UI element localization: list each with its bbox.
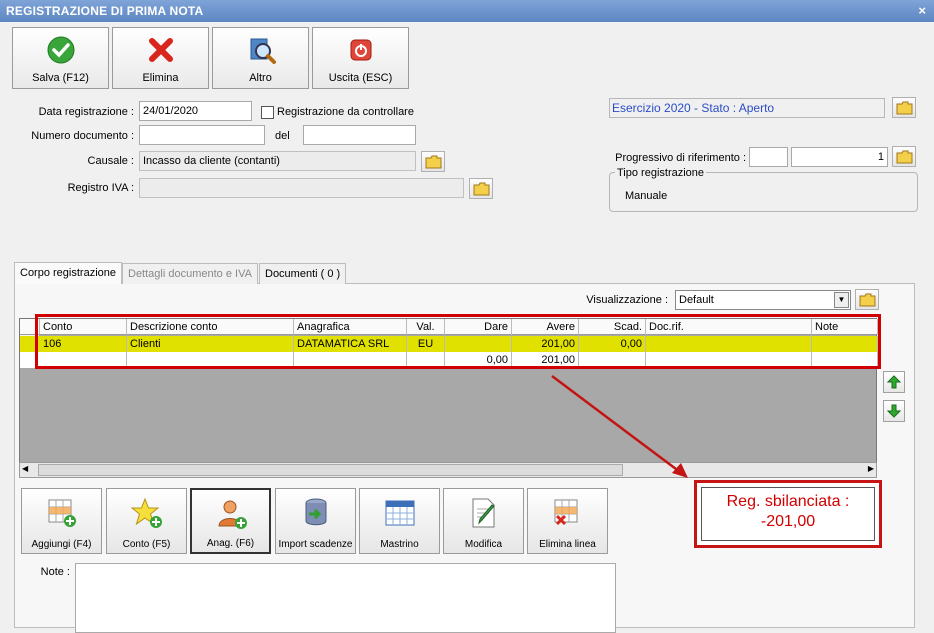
add-row-label: Aggiungi (F4) bbox=[31, 539, 92, 550]
causale-label: Causale : bbox=[87, 155, 134, 167]
tab-dettagli-documento[interactable]: Dettagli documento e IVA bbox=[122, 263, 258, 284]
ledger-label: Mastrino bbox=[380, 539, 419, 550]
magnifier-icon bbox=[250, 38, 276, 64]
annotation-arrow-icon bbox=[551, 375, 688, 478]
exit-button[interactable]: Uscita (ESC) bbox=[312, 27, 409, 89]
add-row-button[interactable]: Aggiungi (F4) bbox=[21, 488, 102, 554]
folder-icon bbox=[425, 155, 442, 169]
close-icon[interactable]: × bbox=[918, 0, 926, 22]
delete-row-icon bbox=[554, 499, 578, 526]
calendar-grid-icon bbox=[385, 500, 415, 526]
ledger-button[interactable]: Mastrino bbox=[359, 488, 440, 554]
move-down-button[interactable] bbox=[883, 400, 905, 422]
fiscal-year-status: Esercizio 2020 - Stato : Aperto bbox=[609, 98, 885, 118]
check-registration-checkbox[interactable] bbox=[261, 106, 274, 119]
causale-folder-button[interactable] bbox=[421, 151, 445, 172]
horizontal-scrollbar[interactable]: ◀ ▶ bbox=[19, 462, 877, 478]
import-schedules-label: Import scadenze bbox=[278, 539, 353, 550]
view-select[interactable]: Default ▼ bbox=[675, 290, 851, 310]
view-label: Visualizzazione : bbox=[586, 294, 668, 306]
note-textarea[interactable] bbox=[75, 563, 616, 633]
other-button[interactable]: Altro bbox=[212, 27, 309, 89]
account-button[interactable]: Conto (F5) bbox=[106, 488, 187, 554]
progressive-label: Progressivo di riferimento : bbox=[615, 152, 746, 164]
delete-button[interactable]: Elimina bbox=[112, 27, 209, 89]
other-button-label: Altro bbox=[249, 72, 272, 84]
registry-label: Anag. (F6) bbox=[206, 538, 255, 549]
move-up-button[interactable] bbox=[883, 371, 905, 393]
star-add-icon bbox=[131, 497, 162, 528]
scrollbar-thumb[interactable] bbox=[38, 464, 623, 476]
del-date-field[interactable] bbox=[303, 125, 416, 145]
delete-row-label: Elimina linea bbox=[539, 539, 596, 550]
window-title: REGISTRAZIONE DI PRIMA NOTA bbox=[6, 4, 204, 18]
document-number-field[interactable] bbox=[139, 125, 265, 145]
unbalanced-amount: -201,00 bbox=[760, 513, 816, 530]
check-icon bbox=[47, 36, 75, 64]
window-title-bar: REGISTRAZIONE DI PRIMA NOTA bbox=[0, 0, 934, 22]
unbalanced-alert-text: Reg. sbilanciata : -201,00 bbox=[701, 487, 875, 541]
del-label: del bbox=[275, 130, 290, 142]
exit-button-label: Uscita (ESC) bbox=[328, 72, 393, 84]
save-button[interactable]: Salva (F12) bbox=[12, 27, 109, 89]
import-schedules-button[interactable]: Import scadenze bbox=[275, 488, 356, 554]
folder-icon bbox=[896, 101, 913, 115]
check-registration-label: Registrazione da controllare bbox=[277, 106, 414, 118]
registration-type-value: Manuale bbox=[625, 190, 668, 202]
fiscal-year-folder-button[interactable] bbox=[892, 97, 916, 118]
edit-label: Modifica bbox=[464, 539, 503, 550]
delete-button-label: Elimina bbox=[142, 72, 179, 84]
date-field[interactable]: 24/01/2020 bbox=[139, 101, 252, 121]
unbalanced-label: Reg. sbilanciata : bbox=[726, 493, 850, 510]
account-label: Conto (F5) bbox=[122, 539, 171, 550]
progressive-field-b[interactable]: 1 bbox=[791, 147, 888, 167]
edit-doc-icon bbox=[472, 498, 495, 528]
delete-row-button[interactable]: Elimina linea bbox=[527, 488, 608, 554]
add-row-icon bbox=[48, 499, 76, 527]
scroll-left-icon[interactable]: ◀ bbox=[22, 464, 28, 473]
progressive-field-a[interactable] bbox=[749, 147, 788, 167]
tab-corpo-registrazione[interactable]: Corpo registrazione bbox=[14, 262, 122, 284]
scroll-right-icon[interactable]: ▶ bbox=[868, 464, 874, 473]
arrow-up-icon bbox=[887, 375, 901, 389]
chevron-down-icon[interactable]: ▼ bbox=[834, 292, 849, 308]
progressive-folder-button[interactable] bbox=[892, 146, 916, 167]
registro-iva-label: Registro IVA : bbox=[67, 182, 134, 194]
folder-icon bbox=[473, 182, 490, 196]
registro-iva-field[interactable] bbox=[139, 178, 464, 198]
registration-type-label: Tipo registrazione bbox=[615, 167, 707, 179]
tab-documenti[interactable]: Documenti ( 0 ) bbox=[259, 263, 347, 284]
view-folder-button[interactable] bbox=[855, 289, 879, 310]
view-select-value: Default bbox=[679, 294, 714, 306]
date-label: Data registrazione : bbox=[38, 106, 134, 118]
save-button-label: Salva (F12) bbox=[32, 72, 89, 84]
registro-iva-folder-button[interactable] bbox=[469, 178, 493, 199]
database-import-icon bbox=[305, 498, 327, 526]
folder-icon bbox=[896, 150, 913, 164]
arrow-down-icon bbox=[887, 404, 901, 418]
folder-icon bbox=[859, 293, 876, 307]
registry-button[interactable]: Anag. (F6) bbox=[190, 488, 271, 554]
document-number-label: Numero documento : bbox=[31, 130, 134, 142]
user-add-icon bbox=[218, 500, 247, 529]
note-label: Note : bbox=[40, 566, 70, 578]
causale-field[interactable]: Incasso da cliente (contanti) bbox=[139, 151, 416, 171]
power-icon bbox=[350, 39, 372, 61]
highlight-annotation-box bbox=[35, 314, 881, 369]
delete-x-icon bbox=[149, 38, 173, 62]
unbalanced-alert: Reg. sbilanciata : -201,00 bbox=[694, 480, 882, 548]
edit-button[interactable]: Modifica bbox=[443, 488, 524, 554]
